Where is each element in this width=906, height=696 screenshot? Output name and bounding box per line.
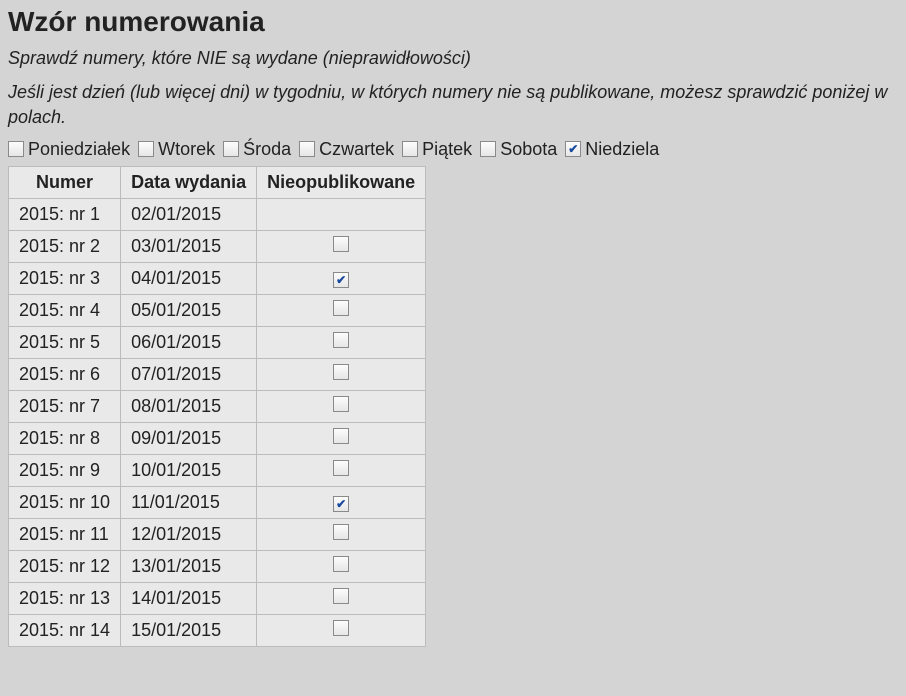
unpublished-checkbox[interactable]	[333, 332, 349, 348]
table-row: 2015: nr 809/01/2015	[9, 422, 426, 454]
unpublished-checkbox[interactable]	[333, 620, 349, 636]
unpublished-checkbox[interactable]	[333, 428, 349, 444]
day-label: Niedziela	[585, 139, 659, 160]
table-row: 2015: nr 607/01/2015	[9, 358, 426, 390]
unpublished-checkbox[interactable]	[333, 300, 349, 316]
days-row: Poniedziałek Wtorek Środa Czwartek Piątek Sob…	[8, 139, 898, 160]
unpublished-checkbox[interactable]	[333, 272, 349, 288]
col-header-date: Data wydania	[121, 166, 257, 198]
cell-unpublished	[257, 358, 426, 390]
cell-numer: 2015: nr 7	[9, 390, 121, 422]
cell-unpublished	[257, 230, 426, 262]
table-row: 2015: nr 910/01/2015	[9, 454, 426, 486]
table-header-row: Numer Data wydania Nieopublikowane	[9, 166, 426, 198]
day-option: Piątek	[402, 139, 472, 160]
cell-unpublished	[257, 198, 426, 230]
table-row: 2015: nr 405/01/2015	[9, 294, 426, 326]
cell-numer: 2015: nr 1	[9, 198, 121, 230]
table-row: 2015: nr 1112/01/2015	[9, 518, 426, 550]
cell-numer: 2015: nr 3	[9, 262, 121, 294]
cell-date: 09/01/2015	[121, 422, 257, 454]
day-checkbox[interactable]	[223, 141, 239, 157]
day-option: Czwartek	[299, 139, 394, 160]
cell-numer: 2015: nr 8	[9, 422, 121, 454]
cell-numer: 2015: nr 4	[9, 294, 121, 326]
unpublished-checkbox[interactable]	[333, 524, 349, 540]
day-checkbox[interactable]	[299, 141, 315, 157]
day-checkbox[interactable]	[138, 141, 154, 157]
cell-unpublished	[257, 294, 426, 326]
cell-numer: 2015: nr 9	[9, 454, 121, 486]
day-label: Poniedziałek	[28, 139, 130, 160]
cell-numer: 2015: nr 10	[9, 486, 121, 518]
unpublished-checkbox[interactable]	[333, 396, 349, 412]
page-title: Wzór numerowania	[8, 6, 898, 38]
table-row: 2015: nr 1213/01/2015	[9, 550, 426, 582]
subtitle-2: Jeśli jest dzień (lub więcej dni) w tygo…	[8, 80, 898, 129]
cell-unpublished	[257, 390, 426, 422]
cell-numer: 2015: nr 11	[9, 518, 121, 550]
table-row: 2015: nr 203/01/2015	[9, 230, 426, 262]
cell-unpublished	[257, 518, 426, 550]
cell-unpublished	[257, 454, 426, 486]
unpublished-checkbox[interactable]	[333, 236, 349, 252]
table-row: 2015: nr 102/01/2015	[9, 198, 426, 230]
cell-numer: 2015: nr 6	[9, 358, 121, 390]
cell-date: 03/01/2015	[121, 230, 257, 262]
cell-date: 02/01/2015	[121, 198, 257, 230]
unpublished-checkbox[interactable]	[333, 496, 349, 512]
cell-date: 14/01/2015	[121, 582, 257, 614]
day-label: Wtorek	[158, 139, 215, 160]
unpublished-checkbox[interactable]	[333, 556, 349, 572]
day-checkbox[interactable]	[402, 141, 418, 157]
cell-numer: 2015: nr 12	[9, 550, 121, 582]
numbers-table: Numer Data wydania Nieopublikowane 2015:…	[8, 166, 426, 647]
table-row: 2015: nr 506/01/2015	[9, 326, 426, 358]
table-row: 2015: nr 708/01/2015	[9, 390, 426, 422]
table-row: 2015: nr 1415/01/2015	[9, 614, 426, 646]
cell-unpublished	[257, 262, 426, 294]
unpublished-checkbox[interactable]	[333, 588, 349, 604]
day-option: Środa	[223, 139, 291, 160]
day-option: Poniedziałek	[8, 139, 130, 160]
cell-date: 06/01/2015	[121, 326, 257, 358]
col-header-numer: Numer	[9, 166, 121, 198]
cell-date: 13/01/2015	[121, 550, 257, 582]
cell-unpublished	[257, 550, 426, 582]
cell-unpublished	[257, 326, 426, 358]
day-label: Czwartek	[319, 139, 394, 160]
cell-date: 05/01/2015	[121, 294, 257, 326]
cell-date: 07/01/2015	[121, 358, 257, 390]
col-header-unpub: Nieopublikowane	[257, 166, 426, 198]
day-option: Niedziela	[565, 139, 659, 160]
day-label: Sobota	[500, 139, 557, 160]
unpublished-checkbox[interactable]	[333, 364, 349, 380]
subtitle-1: Sprawdź numery, które NIE są wydane (nie…	[8, 46, 898, 70]
cell-unpublished	[257, 582, 426, 614]
cell-unpublished	[257, 422, 426, 454]
day-checkbox[interactable]	[8, 141, 24, 157]
day-label: Piątek	[422, 139, 472, 160]
cell-date: 04/01/2015	[121, 262, 257, 294]
cell-date: 15/01/2015	[121, 614, 257, 646]
day-checkbox[interactable]	[565, 141, 581, 157]
cell-numer: 2015: nr 13	[9, 582, 121, 614]
cell-unpublished	[257, 486, 426, 518]
cell-date: 10/01/2015	[121, 454, 257, 486]
cell-date: 08/01/2015	[121, 390, 257, 422]
cell-numer: 2015: nr 14	[9, 614, 121, 646]
day-option: Wtorek	[138, 139, 215, 160]
table-row: 2015: nr 304/01/2015	[9, 262, 426, 294]
cell-numer: 2015: nr 2	[9, 230, 121, 262]
unpublished-checkbox[interactable]	[333, 460, 349, 476]
cell-unpublished	[257, 614, 426, 646]
day-option: Sobota	[480, 139, 557, 160]
cell-date: 11/01/2015	[121, 486, 257, 518]
day-checkbox[interactable]	[480, 141, 496, 157]
table-row: 2015: nr 1011/01/2015	[9, 486, 426, 518]
cell-date: 12/01/2015	[121, 518, 257, 550]
day-label: Środa	[243, 139, 291, 160]
table-row: 2015: nr 1314/01/2015	[9, 582, 426, 614]
cell-numer: 2015: nr 5	[9, 326, 121, 358]
